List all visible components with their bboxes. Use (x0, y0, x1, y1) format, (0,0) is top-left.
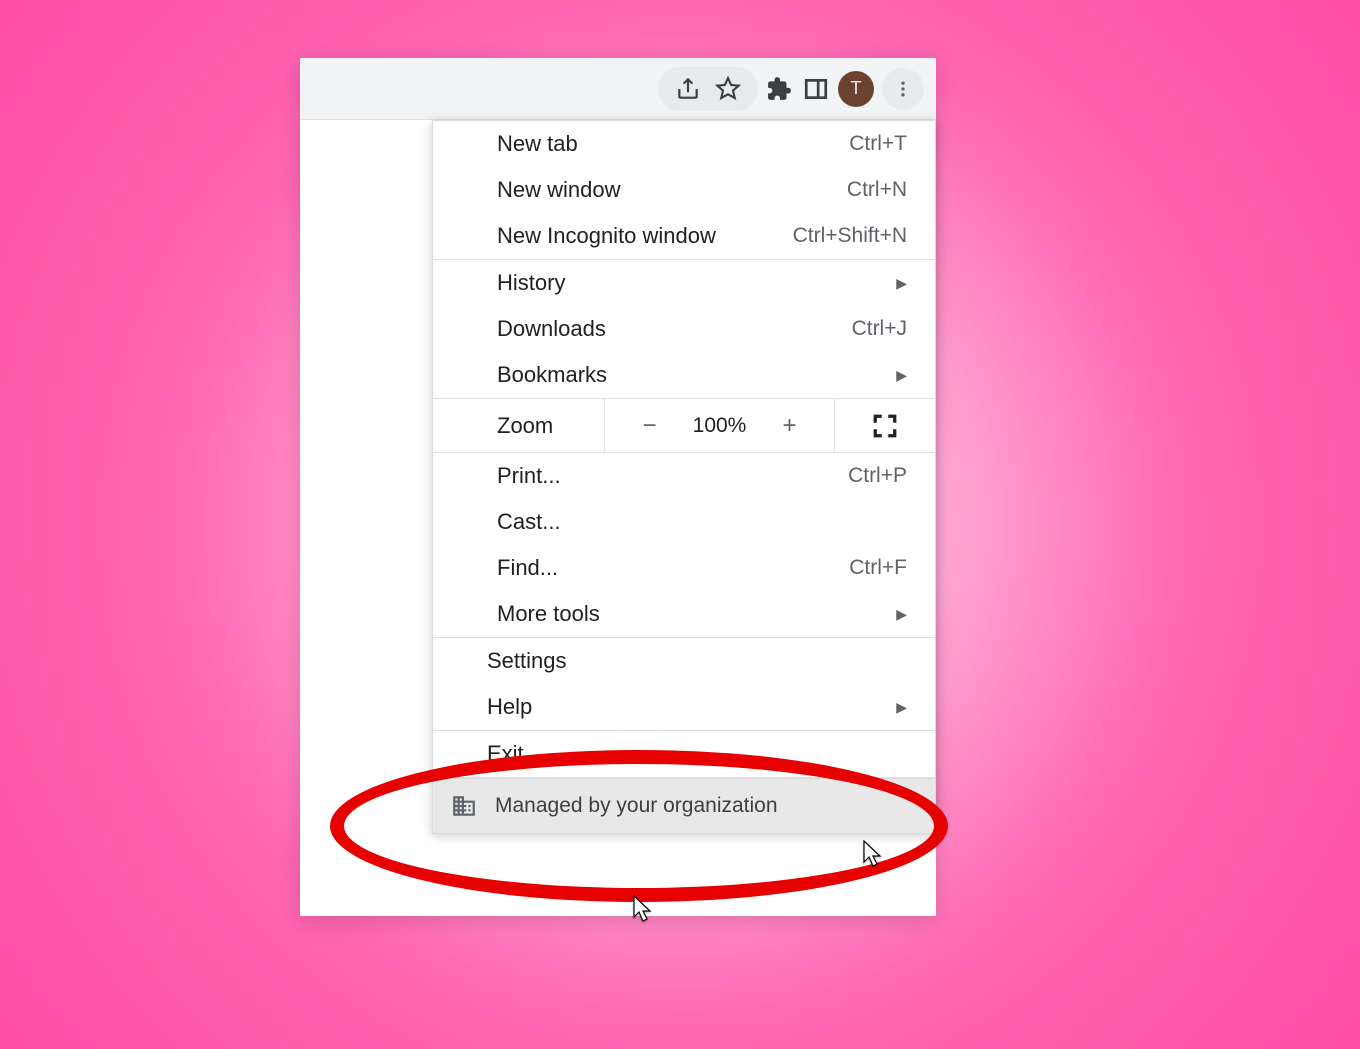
chevron-right-icon: ▶ (896, 606, 907, 623)
avatar-letter: T (851, 78, 862, 99)
chrome-main-menu: New tab Ctrl+T New window Ctrl+N New Inc… (432, 120, 936, 834)
cursor-icon (632, 895, 654, 928)
address-bar-actions (658, 67, 758, 111)
menu-more-tools[interactable]: More tools ▶ (433, 591, 935, 637)
browser-window: T New tab Ctrl+T New window Ctrl+N New I… (300, 58, 936, 916)
menu-new-window[interactable]: New window Ctrl+N (433, 167, 935, 213)
zoom-value: 100% (690, 414, 750, 438)
menu-zoom-row: Zoom − 100% + (433, 399, 935, 453)
menu-settings[interactable]: Settings (433, 638, 935, 684)
zoom-label: Zoom (433, 399, 605, 452)
menu-group-4: Settings Help ▶ (433, 638, 935, 731)
menu-item-shortcut: Ctrl+N (847, 178, 907, 202)
menu-item-label: Downloads (497, 316, 852, 342)
menu-help[interactable]: Help ▶ (433, 684, 935, 730)
bookmark-star-icon[interactable] (714, 75, 742, 103)
menu-item-label: Exit (487, 741, 907, 767)
chevron-right-icon: ▶ (896, 275, 907, 292)
chevron-right-icon: ▶ (896, 367, 907, 384)
kebab-menu-button[interactable] (882, 68, 924, 110)
menu-item-label: New Incognito window (497, 223, 793, 249)
menu-item-shortcut: Ctrl+Shift+N (793, 224, 907, 248)
profile-avatar[interactable]: T (838, 71, 874, 107)
menu-item-shortcut: Ctrl+F (849, 556, 907, 580)
menu-exit[interactable]: Exit (433, 731, 935, 777)
chevron-right-icon: ▶ (896, 699, 907, 716)
fullscreen-button[interactable] (835, 399, 935, 452)
menu-item-label: Find... (497, 555, 849, 581)
menu-item-label: History (497, 270, 896, 296)
menu-find[interactable]: Find... Ctrl+F (433, 545, 935, 591)
menu-item-label: Print... (497, 463, 848, 489)
menu-item-label: New tab (497, 131, 849, 157)
zoom-out-button[interactable]: − (634, 412, 666, 440)
menu-item-label: New window (497, 177, 847, 203)
menu-item-label: Cast... (497, 509, 907, 535)
menu-item-shortcut: Ctrl+T (849, 132, 907, 156)
cursor-icon (862, 840, 884, 873)
managed-label: Managed by your organization (495, 794, 778, 818)
menu-item-label: Help (487, 694, 896, 720)
extensions-icon[interactable] (766, 75, 794, 103)
menu-group-3: Print... Ctrl+P Cast... Find... Ctrl+F M… (433, 453, 935, 638)
menu-managed-by-org[interactable]: Managed by your organization (433, 778, 935, 833)
menu-item-shortcut: Ctrl+P (848, 464, 907, 488)
menu-bookmarks[interactable]: Bookmarks ▶ (433, 352, 935, 398)
zoom-in-button[interactable]: + (774, 412, 806, 440)
menu-cast[interactable]: Cast... (433, 499, 935, 545)
menu-print[interactable]: Print... Ctrl+P (433, 453, 935, 499)
menu-item-label: Bookmarks (497, 362, 896, 388)
menu-history[interactable]: History ▶ (433, 260, 935, 306)
menu-group-5: Exit (433, 731, 935, 778)
menu-new-incognito[interactable]: New Incognito window Ctrl+Shift+N (433, 213, 935, 259)
menu-item-shortcut: Ctrl+J (852, 317, 907, 341)
menu-group-2: History ▶ Downloads Ctrl+J Bookmarks ▶ (433, 260, 935, 399)
building-icon (451, 793, 477, 819)
browser-toolbar: T (300, 58, 936, 120)
menu-item-label: More tools (497, 601, 896, 627)
side-panel-icon[interactable] (802, 75, 830, 103)
menu-new-tab[interactable]: New tab Ctrl+T (433, 121, 935, 167)
menu-downloads[interactable]: Downloads Ctrl+J (433, 306, 935, 352)
share-icon[interactable] (674, 75, 702, 103)
zoom-controls: − 100% + (605, 399, 835, 452)
menu-item-label: Settings (487, 648, 907, 674)
menu-group-1: New tab Ctrl+T New window Ctrl+N New Inc… (433, 121, 935, 260)
